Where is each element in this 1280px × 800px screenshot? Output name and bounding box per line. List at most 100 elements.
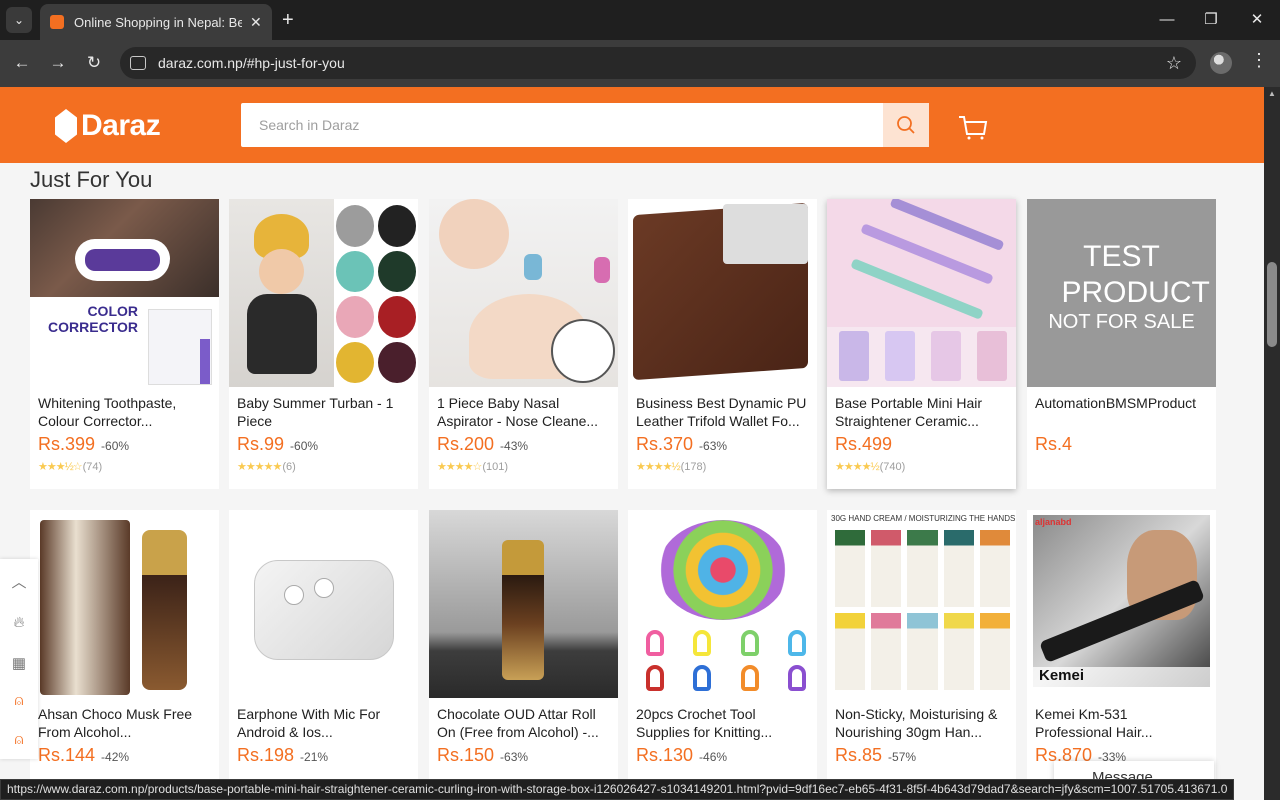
product-image[interactable]: COLOR CORRECTOR <box>30 199 219 387</box>
product-image-text: 30G HAND CREAM / MOISTURIZING THE HANDS <box>831 514 1016 523</box>
product-card[interactable]: 1 Piece Baby Nasal Aspirator - Nose Clea… <box>429 199 618 489</box>
rating-stars-icon: ★★★½☆ <box>38 461 83 473</box>
search-input[interactable] <box>241 103 881 147</box>
product-image[interactable] <box>628 510 817 698</box>
minimize-button[interactable]: — <box>1152 8 1182 32</box>
categories-grid-icon[interactable]: ▦ <box>0 654 38 672</box>
rating-stars-icon: ★★★★☆ <box>437 461 482 473</box>
account-icon[interactable]: ⍝ <box>0 731 38 748</box>
tab-bar: ⌄ Online Shopping in Nepal: Best ✕ + — ❐… <box>0 0 1280 40</box>
restore-button[interactable]: ❐ <box>1196 8 1226 32</box>
product-name[interactable]: Ahsan Choco Musk Free From Alcohol... <box>30 698 219 741</box>
daraz-logo[interactable]: Daraz <box>55 107 161 145</box>
product-name[interactable]: Earphone With Mic For Android & Ios... <box>229 698 418 741</box>
product-image[interactable] <box>827 199 1016 387</box>
product-card[interactable]: COLOR CORRECTOR Whitening Toothpaste, Co… <box>30 199 219 489</box>
product-name[interactable]: 20pcs Crochet Tool Supplies for Knitting… <box>628 698 817 741</box>
user-icon[interactable]: ⍝ <box>0 692 38 709</box>
rating-stars-icon: ★★★★½ <box>835 461 880 473</box>
product-card[interactable]: TEST PRODUCT NOT FOR SALE AutomationBMSM… <box>1027 199 1216 489</box>
address-bar[interactable]: daraz.com.np/#hp-just-for-you ☆ <box>120 47 1196 79</box>
product-price: Rs.85 <box>835 745 883 765</box>
product-card[interactable]: Earphone With Mic For Android & Ios... R… <box>229 510 418 780</box>
search-button[interactable] <box>883 103 929 147</box>
url-text[interactable]: daraz.com.np/#hp-just-for-you <box>158 55 1166 71</box>
product-name[interactable]: Chocolate OUD Attar Roll On (Free from A… <box>429 698 618 741</box>
browser-menu-icon[interactable]: ⋮ <box>1250 50 1268 71</box>
product-image[interactable]: aljanabd Kemei <box>1027 510 1216 698</box>
tab-title: Online Shopping in Nepal: Best <box>74 14 242 30</box>
product-image[interactable] <box>429 199 618 387</box>
rating-stars-icon: ★★★★½ <box>636 461 681 473</box>
review-count: (740) <box>879 460 906 473</box>
review-count: (74) <box>82 460 103 473</box>
page-scrollbar[interactable]: ▲ <box>1264 87 1280 800</box>
product-discount: -60% <box>290 439 319 453</box>
product-price: Rs.130 <box>636 745 694 765</box>
product-discount: -60% <box>101 439 130 453</box>
product-name[interactable]: Kemei Km-531 Professional Hair... <box>1027 698 1216 741</box>
product-image-brand: aljanabd <box>1035 517 1072 527</box>
logo-mark-icon <box>55 109 77 143</box>
product-image[interactable] <box>229 199 418 387</box>
product-discount: -57% <box>888 750 917 764</box>
product-discount: -46% <box>699 750 728 764</box>
review-count: (178) <box>680 460 707 473</box>
close-window-button[interactable]: ✕ <box>1242 8 1272 32</box>
flame-icon[interactable]: 🔥︎ <box>0 614 38 631</box>
product-card[interactable]: Base Portable Mini Hair Straightener Cer… <box>827 199 1016 489</box>
tab-close-icon[interactable]: ✕ <box>250 14 262 31</box>
bookmark-star-icon[interactable]: ☆ <box>1166 53 1182 74</box>
scroll-up-arrow-icon[interactable]: ▲ <box>1268 89 1276 98</box>
product-image[interactable] <box>30 510 219 698</box>
product-image[interactable] <box>429 510 618 698</box>
product-discount: -63% <box>699 439 728 453</box>
product-name[interactable]: AutomationBMSMProduct <box>1027 387 1216 430</box>
product-price: Rs.370 <box>636 434 694 454</box>
just-for-you-title: Just For You <box>30 167 153 192</box>
product-card[interactable]: Baby Summer Turban - 1 Piece Rs.99 -60% ★… <box>229 199 418 489</box>
product-card[interactable]: Chocolate OUD Attar Roll On (Free from A… <box>429 510 618 780</box>
search-icon <box>897 116 915 134</box>
new-tab-button[interactable]: + <box>282 8 294 32</box>
tab-search-button[interactable]: ⌄ <box>6 7 32 33</box>
product-name[interactable]: Business Best Dynamic PU Leather Trifold… <box>628 387 817 430</box>
profile-avatar[interactable] <box>1210 52 1232 74</box>
cart-icon[interactable] <box>958 115 988 141</box>
product-card[interactable]: 20pcs Crochet Tool Supplies for Knitting… <box>628 510 817 780</box>
scrollbar-thumb[interactable] <box>1267 262 1277 347</box>
product-image[interactable] <box>229 510 418 698</box>
product-image[interactable] <box>628 199 817 387</box>
product-image-subtext: NOT FOR SALE <box>1048 311 1195 333</box>
product-image-text: TEST PRODUCT <box>1061 240 1210 309</box>
product-price: Rs.200 <box>437 434 495 454</box>
back-button[interactable]: ← <box>10 52 34 74</box>
product-discount: -42% <box>101 750 130 764</box>
product-card[interactable]: Ahsan Choco Musk Free From Alcohol... Rs… <box>30 510 219 780</box>
product-image[interactable]: 30G HAND CREAM / MOISTURIZING THE HANDS <box>827 510 1016 698</box>
product-name[interactable]: Base Portable Mini Hair Straightener Cer… <box>827 387 1016 430</box>
reload-button[interactable]: ↻ <box>82 52 106 74</box>
floating-side-toolbar: ︿ 🔥︎ ▦ ⍝ ⍝ <box>0 559 38 759</box>
product-name[interactable]: Non-Sticky, Moisturising & Nourishing 30… <box>827 698 1016 741</box>
product-image[interactable]: TEST PRODUCT NOT FOR SALE <box>1027 199 1216 387</box>
product-price: Rs.4 <box>1035 434 1073 454</box>
review-count: (6) <box>282 460 296 473</box>
product-card[interactable]: Business Best Dynamic PU Leather Trifold… <box>628 199 817 489</box>
product-discount: -63% <box>500 750 529 764</box>
scroll-to-top-icon[interactable]: ︿ <box>0 571 38 592</box>
product-price: Rs.198 <box>237 745 295 765</box>
product-name[interactable]: 1 Piece Baby Nasal Aspirator - Nose Clea… <box>429 387 618 430</box>
site-info-icon[interactable] <box>130 56 146 70</box>
product-name[interactable]: Baby Summer Turban - 1 Piece <box>229 387 418 430</box>
page-viewport: Daraz Just For You COLOR CORRECTOR <box>0 87 1264 800</box>
browser-tab[interactable]: Online Shopping in Nepal: Best ✕ <box>40 4 272 40</box>
product-price: Rs.150 <box>437 745 495 765</box>
browser-chrome: ⌄ Online Shopping in Nepal: Best ✕ + — ❐… <box>0 0 1280 87</box>
forward-button[interactable]: → <box>46 52 70 74</box>
product-name[interactable]: Whitening Toothpaste, Colour Corrector..… <box>30 387 219 430</box>
product-image-text: Kemei <box>1033 667 1210 687</box>
product-card[interactable]: 30G HAND CREAM / MOISTURIZING THE HANDS … <box>827 510 1016 780</box>
product-price: Rs.99 <box>237 434 285 454</box>
product-card[interactable]: aljanabd Kemei Kemei Km-531 Professional… <box>1027 510 1216 780</box>
